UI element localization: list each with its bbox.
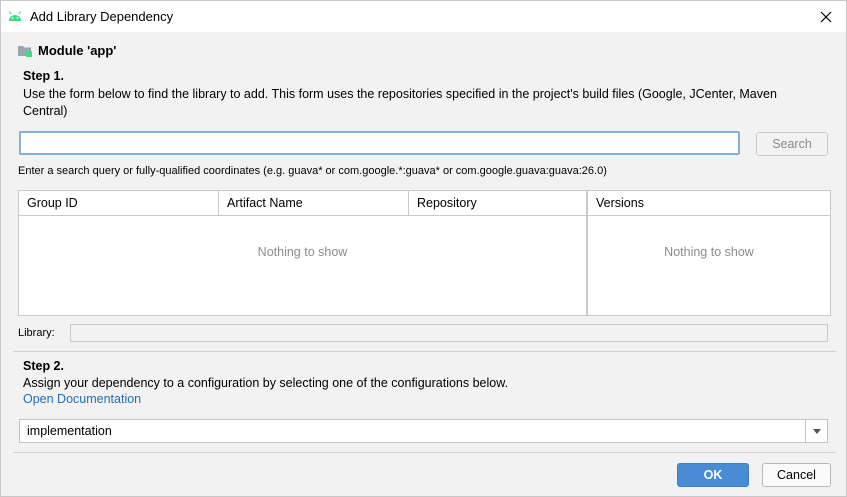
module-label: Module 'app' xyxy=(38,43,117,58)
chevron-down-icon xyxy=(813,429,821,434)
step2-description: Assign your dependency to a configuratio… xyxy=(23,376,509,390)
module-header: Module 'app' xyxy=(18,43,116,58)
footer-divider xyxy=(13,452,836,453)
column-repository[interactable]: Repository xyxy=(408,191,586,215)
step1-title: Step 1. xyxy=(23,69,64,83)
section-divider xyxy=(13,351,836,352)
column-versions[interactable]: Versions xyxy=(588,191,830,215)
versions-empty-text: Nothing to show xyxy=(664,245,754,259)
ok-button[interactable]: OK xyxy=(677,463,749,487)
results-empty-text: Nothing to show xyxy=(257,245,348,259)
search-input[interactable] xyxy=(19,131,740,155)
open-documentation-link[interactable]: Open Documentation xyxy=(23,392,141,406)
results-table-header: Group ID Artifact Name Repository xyxy=(19,191,586,216)
library-field xyxy=(70,324,828,342)
window-title: Add Library Dependency xyxy=(30,9,174,24)
add-library-dependency-dialog: Add Library Dependency Module 'app' Step… xyxy=(0,0,847,497)
android-icon xyxy=(8,11,22,21)
step2-title: Step 2. xyxy=(23,359,64,373)
title-bar: Add Library Dependency xyxy=(1,1,846,32)
step1-description: Use the form below to find the library t… xyxy=(23,87,777,118)
results-table[interactable]: Group ID Artifact Name Repository Nothin… xyxy=(18,190,587,316)
column-artifact-name[interactable]: Artifact Name xyxy=(218,191,408,215)
close-icon[interactable] xyxy=(816,7,836,27)
configuration-value: implementation xyxy=(27,424,112,438)
search-button[interactable]: Search xyxy=(756,132,828,156)
dropdown-arrow-button[interactable] xyxy=(805,420,827,442)
library-label: Library: xyxy=(18,327,55,339)
column-group-id[interactable]: Group ID xyxy=(19,191,218,215)
versions-table-header: Versions xyxy=(588,191,830,216)
cancel-button[interactable]: Cancel xyxy=(762,463,831,487)
versions-table[interactable]: Versions Nothing to show xyxy=(587,190,831,316)
module-folder-icon xyxy=(18,45,32,57)
search-hint: Enter a search query or fully-qualified … xyxy=(18,165,607,177)
configuration-select[interactable]: implementation xyxy=(19,419,828,443)
